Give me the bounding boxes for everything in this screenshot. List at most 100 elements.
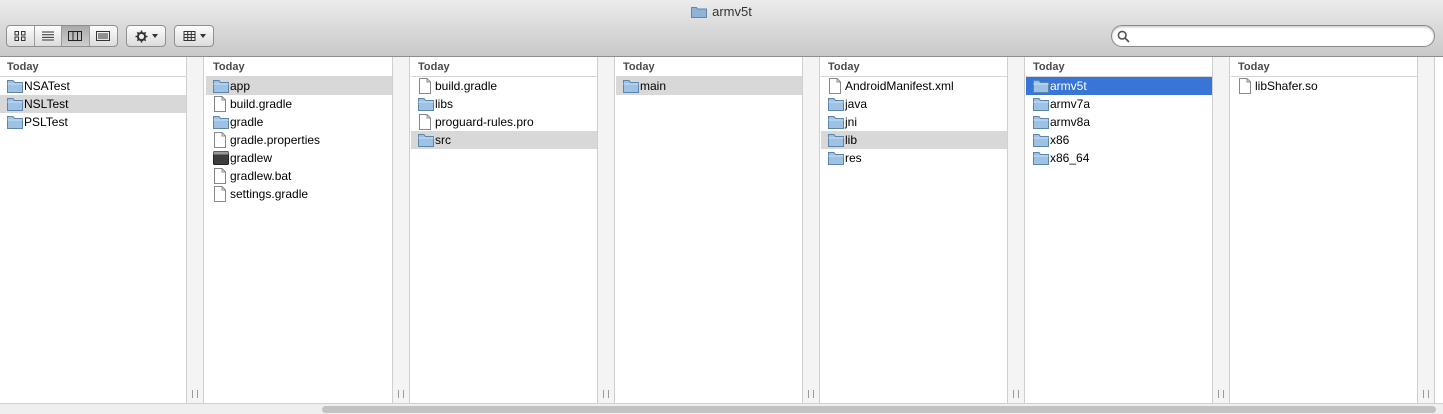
list-item[interactable]: gradlew.bat <box>206 167 392 185</box>
column-header: Today <box>1231 57 1417 77</box>
coverflow-view-button[interactable] <box>90 26 117 46</box>
item-label: main <box>640 79 667 93</box>
folder-icon <box>7 79 23 93</box>
list-item[interactable]: armv8a <box>1026 113 1212 131</box>
column-header: Today <box>0 57 186 77</box>
view-switcher <box>6 25 118 47</box>
list-view-button[interactable] <box>35 26 62 46</box>
item-label: build.gradle <box>435 79 498 93</box>
list-item[interactable]: settings.gradle <box>206 185 392 203</box>
toolbar: armv5t <box>0 0 1443 57</box>
icon-view-button[interactable] <box>7 26 35 46</box>
search-field[interactable] <box>1111 25 1435 47</box>
document-icon <box>419 114 431 130</box>
window-title: armv5t <box>0 4 1443 19</box>
folder-icon <box>691 6 708 18</box>
item-label: lib <box>845 133 858 147</box>
list-item[interactable]: jni <box>821 113 1007 131</box>
document-icon <box>829 78 841 94</box>
browser-column[interactable]: Today app build.gradle gradle gradle.propert… <box>206 57 392 403</box>
list-item[interactable]: armv7a <box>1026 95 1212 113</box>
list-item[interactable]: NSATest <box>0 77 186 95</box>
search-icon <box>1117 30 1130 43</box>
folder-icon <box>418 133 434 147</box>
column-resize-handle[interactable] <box>1417 57 1435 403</box>
item-label: gradlew <box>230 151 273 165</box>
column-resize-handle[interactable] <box>597 57 615 403</box>
document-icon <box>419 78 431 94</box>
column-resize-handle[interactable] <box>392 57 410 403</box>
folder-icon <box>1033 133 1049 147</box>
list-item[interactable]: proguard-rules.pro <box>411 113 597 131</box>
column-header: Today <box>206 57 392 77</box>
document-icon <box>214 132 226 148</box>
item-label: res <box>845 151 862 165</box>
list-item[interactable]: gradle.properties <box>206 131 392 149</box>
list-item[interactable]: app <box>206 77 392 95</box>
chevron-down-icon <box>151 34 158 38</box>
browser-column[interactable]: Today AndroidManifest.xml java jni lib res <box>821 57 1007 403</box>
column-resize-handle[interactable] <box>802 57 820 403</box>
browser-column[interactable]: Today libShafer.so <box>1231 57 1417 403</box>
list-item[interactable]: src <box>411 131 597 149</box>
folder-icon <box>7 97 23 111</box>
column-resize-handle[interactable] <box>186 57 204 403</box>
item-label: x86 <box>1050 133 1070 147</box>
folder-icon <box>828 133 844 147</box>
list-item[interactable]: main <box>616 77 802 95</box>
list-item[interactable]: java <box>821 95 1007 113</box>
browser-column[interactable]: Today build.gradle libs proguard-rules.pro s… <box>411 57 597 403</box>
action-menu-button[interactable] <box>126 25 166 47</box>
resize-grip-icon <box>1423 390 1429 398</box>
list-item[interactable]: build.gradle <box>206 95 392 113</box>
list-item[interactable]: AndroidManifest.xml <box>821 77 1007 95</box>
folder-icon <box>418 97 434 111</box>
item-label: armv7a <box>1050 97 1091 111</box>
horizontal-scrollbar[interactable] <box>0 403 1443 414</box>
list-item[interactable]: x86 <box>1026 131 1212 149</box>
item-label: libShafer.so <box>1255 79 1318 93</box>
executable-icon <box>213 151 229 165</box>
list-item[interactable]: PSLTest <box>0 113 186 131</box>
folder-icon <box>213 79 229 93</box>
arrange-menu-button[interactable] <box>174 25 214 47</box>
folder-icon <box>1033 97 1049 111</box>
search-input[interactable] <box>1134 28 1429 44</box>
list-view-icon <box>41 31 54 41</box>
chevron-down-icon <box>199 34 206 38</box>
column-resize-handle[interactable] <box>1212 57 1230 403</box>
list-item[interactable]: libShafer.so <box>1231 77 1417 95</box>
document-icon <box>214 96 226 112</box>
item-label: PSLTest <box>24 115 68 129</box>
scrollbar-thumb[interactable] <box>322 406 1436 413</box>
browser-column[interactable]: Today main <box>616 57 802 403</box>
item-label: java <box>845 97 868 111</box>
resize-grip-icon <box>808 390 814 398</box>
document-icon <box>214 168 226 184</box>
list-item[interactable]: armv5t <box>1026 77 1212 95</box>
list-item[interactable]: gradle <box>206 113 392 131</box>
list-item[interactable]: NSLTest <box>0 95 186 113</box>
item-label: NSLTest <box>24 97 69 111</box>
item-label: jni <box>845 115 858 129</box>
item-label: gradle.properties <box>230 133 321 147</box>
document-icon <box>214 186 226 202</box>
resize-grip-icon <box>192 390 198 398</box>
item-label: src <box>435 133 451 147</box>
column-header: Today <box>411 57 597 77</box>
item-label: app <box>230 79 251 93</box>
column-view-button[interactable] <box>62 26 90 46</box>
item-label: proguard-rules.pro <box>435 115 534 129</box>
browser-column[interactable]: Today NSATest NSLTest PSLTest <box>0 57 186 403</box>
list-item[interactable]: lib <box>821 131 1007 149</box>
browser-column[interactable]: Today armv5t armv7a armv8a x86 x86_64 <box>1026 57 1212 403</box>
list-item[interactable]: build.gradle <box>411 77 597 95</box>
list-item[interactable]: res <box>821 149 1007 167</box>
list-item[interactable]: libs <box>411 95 597 113</box>
folder-icon <box>828 97 844 111</box>
column-resize-handle[interactable] <box>1007 57 1025 403</box>
arrange-icon <box>183 31 195 41</box>
folder-icon <box>1033 151 1049 165</box>
list-item[interactable]: gradlew <box>206 149 392 167</box>
list-item[interactable]: x86_64 <box>1026 149 1212 167</box>
